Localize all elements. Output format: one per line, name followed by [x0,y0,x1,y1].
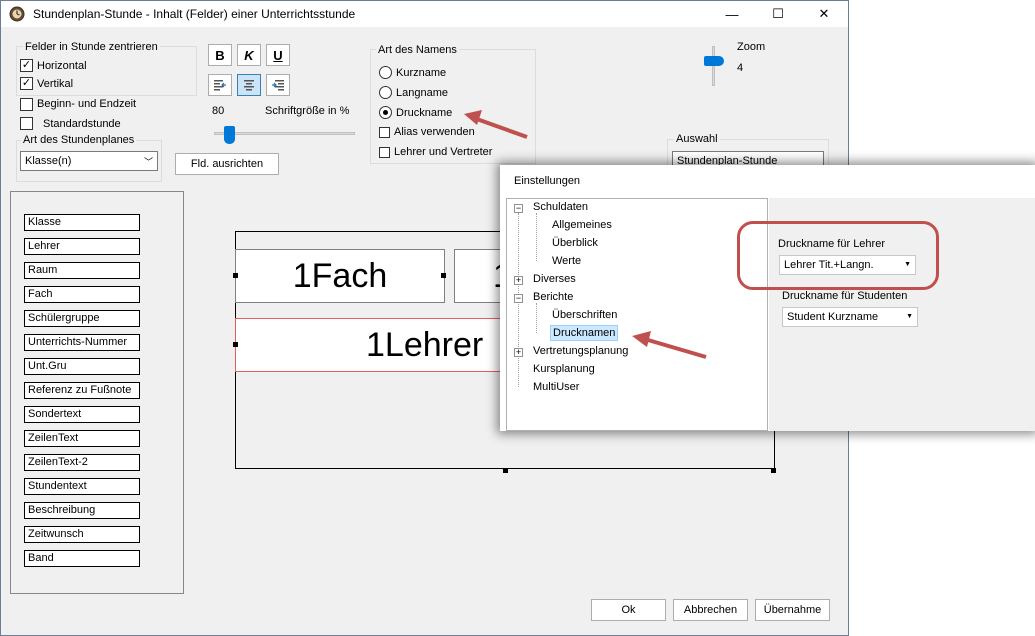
annotation-arrow-icon [632,331,707,359]
